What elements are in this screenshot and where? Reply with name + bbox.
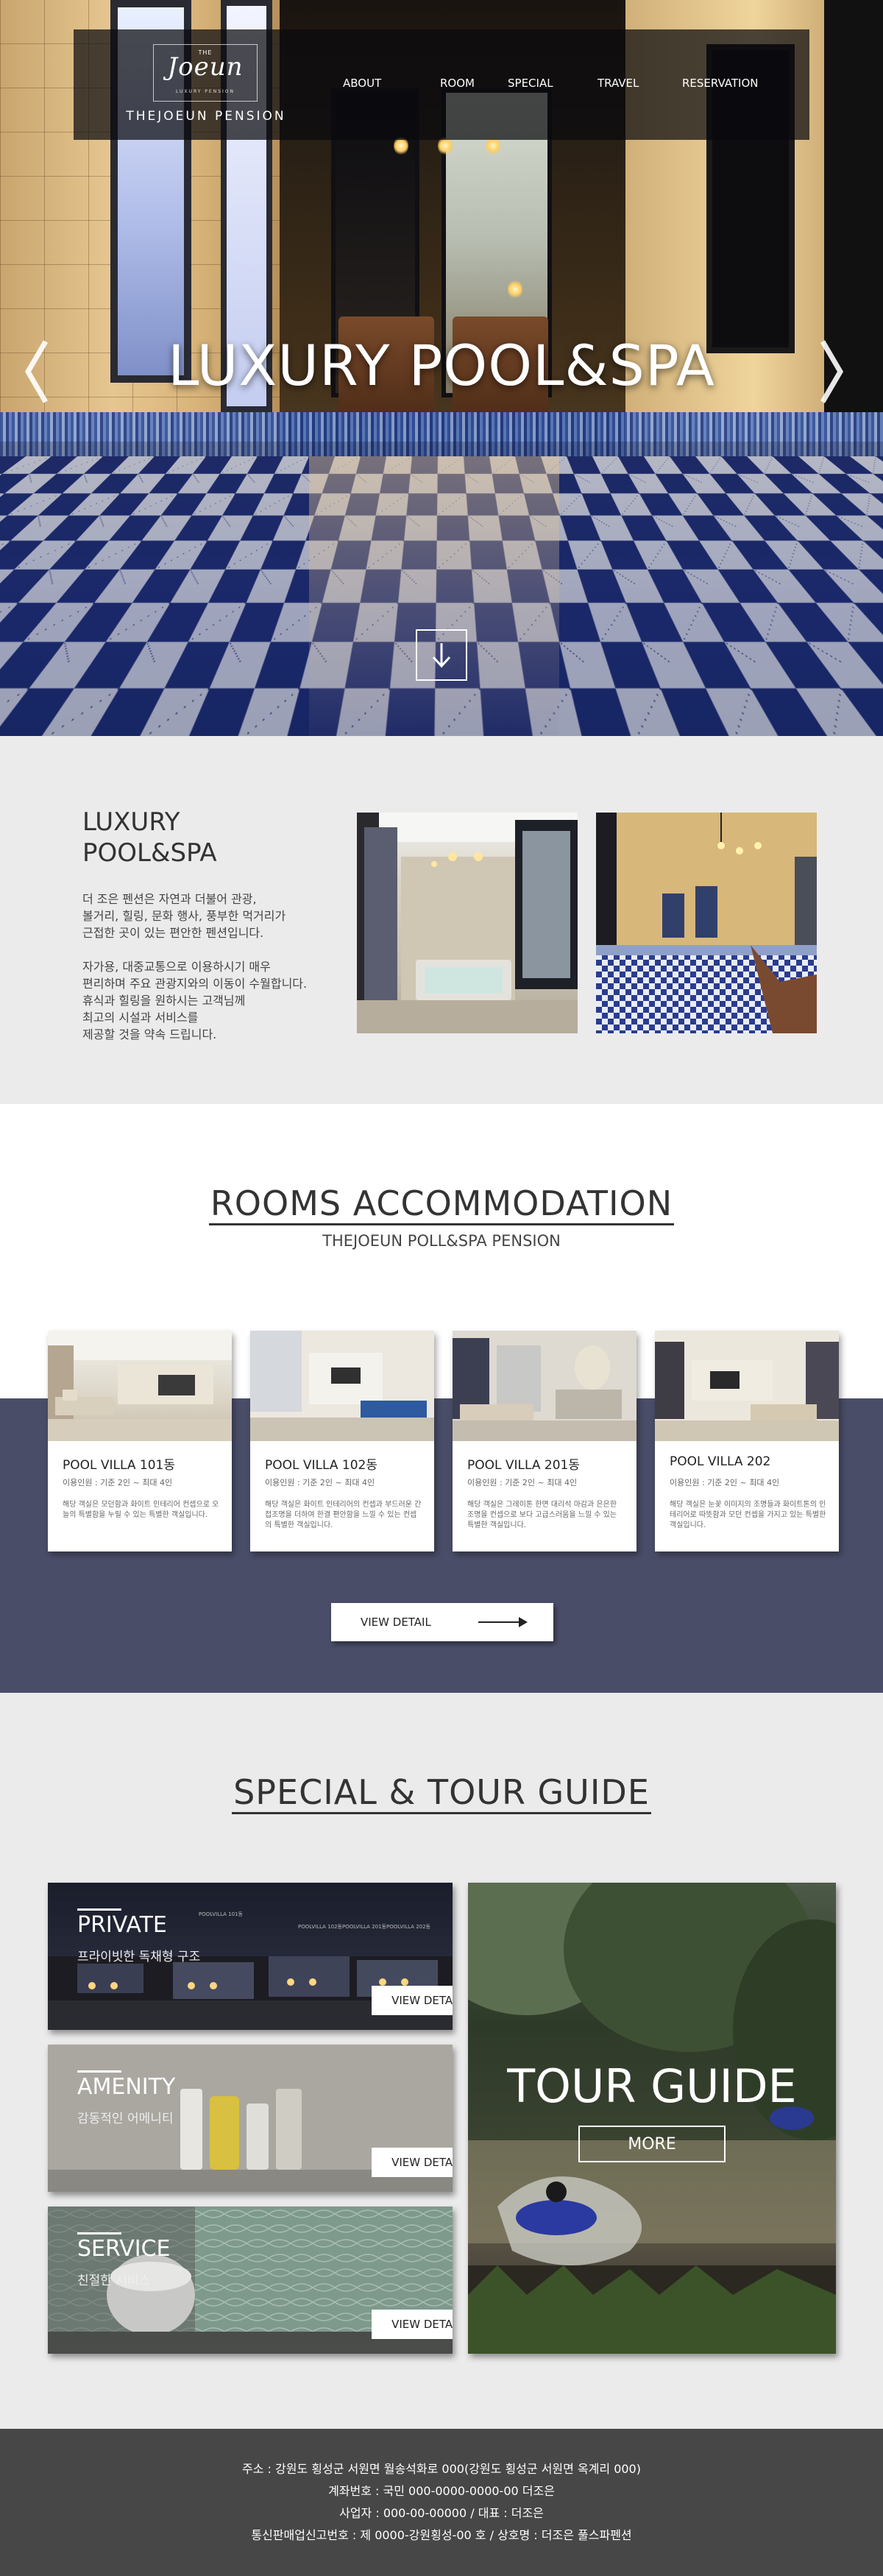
page: THE Joeun LUXURY PENSION THEJOEUN PENSIO… [0,0,883,2576]
tile-accent-bar [77,2232,121,2234]
intro-text-line: 휴식과 힐링을 원하시는 고객님께 [82,994,246,1008]
rooms-subtitle: THEJOEUN POLL&SPA PENSION [322,1232,561,1250]
room-photo [250,1331,434,1441]
intro-description: 더 조은 펜션은 자연과 더불어 관광, 볼거리, 힐링, 문화 행사, 풍부한… [82,891,307,1043]
indoor-pool-photo [596,813,817,1033]
top-navigation: THE Joeun LUXURY PENSION THEJOEUN PENSIO… [74,29,809,140]
arrow-down-icon [432,643,451,668]
villa-label: POOLVILLA 102동 [298,1924,342,1930]
footer: 주소 : 강원도 횡성군 서원면 월송석화로 000(강원도 횡성군 서원면 옥… [0,2429,883,2576]
main-menu: ABOUT ROOM SPECIAL TRAVEL RESERVATION [343,77,778,90]
intro-title-line: POOL&SPA [82,838,217,868]
room-card[interactable]: POOL VILLA 202 이용인원 : 기준 2인 ~ 최대 4인 해당 객… [655,1331,839,1551]
hero-title: LUXURY POOL&SPA [168,333,715,398]
intro-title: LUXURY POOL&SPA [82,807,217,868]
special-section: SPECIAL & TOUR GUIDE POOLVILLA 101동 POOL… [0,1693,883,2429]
hero-lamp [508,280,522,299]
tile-accent-bar [77,2070,121,2073]
arrow-right-icon-head [519,1617,528,1627]
intro-text-line: 볼거리, 힐링, 문화 행사, 풍부한 먹거리가 [82,909,286,923]
room-description: 해당 객실은 화이트 인테리어의 컨셉과 부드러운 간접조명을 더하여 한결 편… [265,1501,422,1529]
service-view-detail-button[interactable]: VIEW DETAIL [372,2310,453,2339]
footer-business: 사업자 : 000-00-00000 / 대표 : 더조은 [339,2506,544,2520]
intro-text-line: 근접한 곳이 있는 편안한 펜션입니다. [82,926,264,940]
room-capacity: 이용인원 : 기준 2인 ~ 최대 4인 [467,1478,578,1487]
menu-item-reservation[interactable]: RESERVATION [682,77,778,90]
rooms-title: ROOMS ACCOMMODATION [0,1183,883,1225]
menu-item-room[interactable]: ROOM [440,77,508,90]
chevron-right-icon[interactable] [817,339,846,405]
tile-title: PRIVATE [77,1912,167,1938]
intro-text-line: 더 조은 펜션은 자연과 더불어 관광, [82,892,257,906]
room-name: POOL VILLA 101동 [63,1458,175,1473]
special-tile-service[interactable]: SERVICE 친절한 서비스 VIEW DETAIL [48,2207,453,2354]
rooms-section: ROOMS ACCOMMODATION THEJOEUN POLL&SPA PE… [0,1104,883,1693]
tile-accent-bar [77,1908,121,1911]
rooms-view-detail-button[interactable]: VIEW DETAIL [331,1603,553,1641]
intro-text-line: 최고의 시설과 서비스를 [82,1011,199,1025]
tile-subtitle: 프라이빗한 독채형 구조 [77,1950,201,1964]
room-photo [48,1331,232,1441]
tile-title: AMENITY [77,2074,176,2100]
room-name: POOL VILLA 201동 [467,1458,580,1473]
villa-label: POOLVILLA 101동 [199,1911,243,1917]
hero-slider: THE Joeun LUXURY PENSION THEJOEUN PENSIO… [0,0,883,736]
tour-more-button[interactable]: MORE [578,2126,726,2162]
hero-pool-reflection [309,456,559,736]
view-detail-label: VIEW DETAIL [361,1616,431,1629]
room-capacity: 이용인원 : 기준 2인 ~ 최대 4인 [670,1478,780,1487]
room-capacity: 이용인원 : 기준 2인 ~ 최대 4인 [265,1478,375,1487]
villa-label: POOLVILLA 202동 [386,1924,430,1930]
private-view-detail-button[interactable]: VIEW DETAIL [372,1986,453,2015]
special-tile-private[interactable]: POOLVILLA 101동 POOLVILLA 102동 POOLVILLA … [48,1883,453,2030]
tour-guide-card[interactable]: TOUR GUIDE MORE [468,1883,836,2354]
spa-bath-photo [357,813,578,1033]
room-card[interactable]: POOL VILLA 102동 이용인원 : 기준 2인 ~ 최대 4인 해당 … [250,1331,434,1551]
footer-registration: 통신판매업신고번호 : 제 0000-강원횡성-00 호 / 상호명 : 더조은… [251,2528,632,2542]
intro-text-line: 편리하며 주요 관광지와의 이동이 수월합니다. [82,977,308,991]
menu-item-about[interactable]: ABOUT [343,77,440,90]
intro-text-line: 제공할 것을 약속 드립니다. [82,1027,217,1041]
logo-subtext: LUXURY PENSION [176,89,235,94]
room-description: 해당 객실은 모던함과 화이트 인테리어 컨셉으로 오늘의 특별함을 누릴 수 … [63,1501,219,1519]
chevron-left-icon[interactable] [22,339,52,405]
room-card[interactable]: POOL VILLA 201동 이용인원 : 기준 2인 ~ 최대 4인 해당 … [453,1331,636,1551]
room-photo [655,1331,839,1441]
intro-title-line: LUXURY [82,807,180,837]
room-name: POOL VILLA 202 [670,1454,771,1469]
room-description: 해당 객실은 눈꽃 이미지의 조명들과 화이트톤의 인테리어로 따뜻함과 모던 … [670,1501,826,1529]
room-capacity: 이용인원 : 기준 2인 ~ 최대 4인 [63,1478,173,1487]
room-card[interactable]: POOL VILLA 101동 이용인원 : 기준 2인 ~ 최대 4인 해당 … [48,1331,232,1551]
special-title-text: SPECIAL & TOUR GUIDE [232,1772,651,1814]
amenity-view-detail-button[interactable]: VIEW DETAIL [372,2148,453,2177]
tile-title: SERVICE [77,2236,171,2262]
arrow-right-icon [478,1621,522,1623]
brand-name: THEJOEUN PENSION [126,109,286,124]
menu-item-travel[interactable]: TRAVEL [597,77,682,90]
logo[interactable]: THE Joeun LUXURY PENSION [153,44,258,102]
tour-guide-title: TOUR GUIDE [507,2059,797,2113]
room-description: 해당 객실은 그레이톤 한면 대리석 마감과 은은한 조명을 컨셉으로 보다 고… [467,1501,617,1529]
rooms-title-text: ROOMS ACCOMMODATION [208,1183,675,1225]
intro-section: LUXURY POOL&SPA 더 조은 펜션은 자연과 더불어 관광, 볼거리… [0,736,883,1104]
footer-address: 주소 : 강원도 횡성군 서원면 월송석화로 000(강원도 횡성군 서원면 옥… [242,2462,641,2476]
scroll-down-button[interactable] [416,629,467,681]
special-tile-amenity[interactable]: AMENITY 감동적인 어메니티 VIEW DETAIL [48,2045,453,2192]
footer-account: 계좌번호 : 국민 000-0000-0000-00 더조은 [328,2484,555,2498]
footer-info: 주소 : 강원도 횡성군 서원면 월송석화로 000(강원도 횡성군 서원면 옥… [0,2458,883,2547]
intro-text-line: 자가용, 대중교통으로 이용하시기 매우 [82,960,271,974]
tile-subtitle: 감동적인 어메니티 [77,2112,174,2126]
tile-subtitle: 친절한 서비스 [77,2274,151,2288]
villa-label: POOLVILLA 201동 [342,1924,386,1930]
room-name: POOL VILLA 102동 [265,1458,377,1473]
menu-item-special[interactable]: SPECIAL [508,77,597,90]
room-photo [453,1331,636,1441]
special-title: SPECIAL & TOUR GUIDE [0,1772,883,1814]
logo-wordmark: Joeun [167,52,244,82]
